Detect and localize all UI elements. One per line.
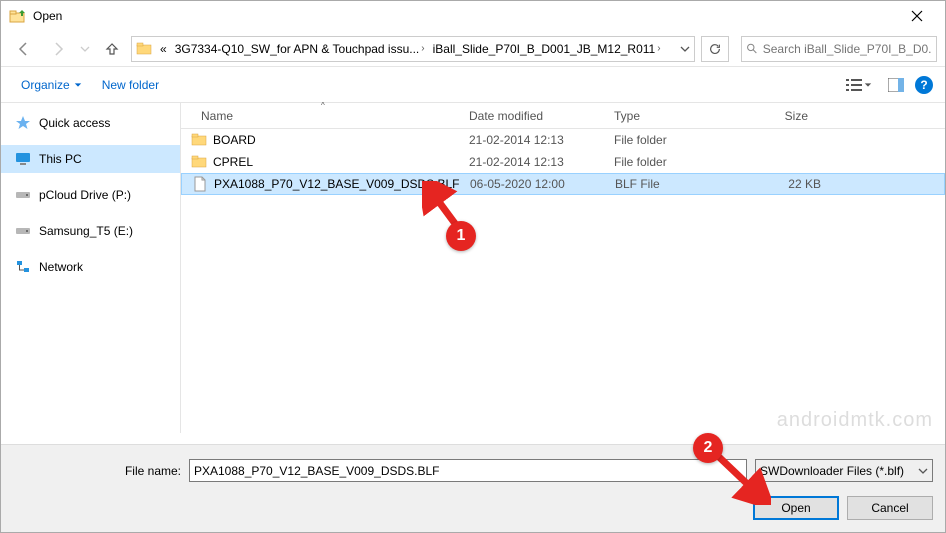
file-date: 21-02-2014 12:13 (469, 133, 614, 147)
organize-button[interactable]: Organize (13, 74, 90, 96)
file-date: 06-05-2020 12:00 (470, 177, 615, 191)
star-icon (15, 115, 31, 131)
folder-icon (136, 41, 152, 57)
file-row[interactable]: CPREL21-02-2014 12:13File folder (181, 151, 945, 173)
view-options-button[interactable] (841, 75, 877, 95)
sidebar-item-label: Network (39, 260, 83, 274)
preview-pane-button[interactable] (885, 74, 907, 96)
file-name: BOARD (213, 133, 469, 147)
main-area: Quick access This PC pCloud Drive (P:) S… (1, 103, 945, 433)
search-icon (746, 42, 759, 56)
sidebar-item-label: Quick access (39, 116, 110, 130)
file-type: File folder (614, 133, 734, 147)
drive-icon (15, 187, 31, 203)
chevron-right-icon: › (657, 43, 660, 54)
back-button[interactable] (9, 35, 39, 63)
filename-input[interactable] (189, 459, 747, 482)
folder-icon (191, 132, 207, 148)
sidebar-item-this-pc[interactable]: This PC (1, 145, 180, 173)
recent-locations-dropdown[interactable] (77, 35, 93, 63)
file-row[interactable]: BOARD21-02-2014 12:13File folder (181, 129, 945, 151)
chevron-down-icon (864, 81, 872, 89)
bottom-panel: File name: SWDownloader Files (*.blf) Op… (1, 444, 945, 532)
column-headers: ^Name Date modified Type Size (181, 103, 945, 129)
up-button[interactable] (97, 35, 127, 63)
chevron-down-icon (918, 466, 928, 476)
file-size: 22 KB (735, 177, 821, 191)
annotation-callout-2: 2 (693, 433, 723, 463)
app-icon (9, 8, 25, 24)
breadcrumb-seg-0[interactable]: 3G7334-Q10_SW_for APN & Touchpad issu...… (171, 37, 429, 61)
forward-button[interactable] (43, 35, 73, 63)
sidebar-item-quick-access[interactable]: Quick access (1, 109, 180, 137)
file-date: 21-02-2014 12:13 (469, 155, 614, 169)
breadcrumb-seg-1[interactable]: iBall_Slide_P70I_B_D001_JB_M12_R011› (429, 37, 665, 61)
file-type: File folder (614, 155, 734, 169)
cancel-button[interactable]: Cancel (847, 496, 933, 520)
search-input[interactable] (763, 42, 932, 56)
file-list: ^Name Date modified Type Size BOARD21-02… (181, 103, 945, 433)
file-row[interactable]: PXA1088_P70_V12_BASE_V009_DSDS.BLF06-05-… (181, 173, 945, 195)
sidebar-item-pcloud[interactable]: pCloud Drive (P:) (1, 181, 180, 209)
new-folder-button[interactable]: New folder (94, 74, 167, 96)
titlebar: Open (1, 1, 945, 31)
file-name: CPREL (213, 155, 469, 169)
sidebar-item-network[interactable]: Network (1, 253, 180, 281)
chevron-down-icon (74, 81, 82, 89)
help-button[interactable]: ? (915, 76, 933, 94)
sidebar-item-label: pCloud Drive (P:) (39, 188, 131, 202)
breadcrumb-prefix[interactable]: « (156, 37, 171, 61)
breadcrumb-dropdown[interactable] (676, 37, 694, 61)
file-type: BLF File (615, 177, 735, 191)
toolbar: Organize New folder ? (1, 67, 945, 103)
col-header-name[interactable]: ^Name (181, 103, 461, 128)
folder-icon (191, 154, 207, 170)
refresh-button[interactable] (701, 36, 729, 62)
file-type-filter[interactable]: SWDownloader Files (*.blf) (755, 459, 933, 482)
file-icon (192, 176, 208, 192)
chevron-right-icon: › (421, 43, 424, 54)
watermark: androidmtk.com (777, 409, 933, 432)
nav-bar: « 3G7334-Q10_SW_for APN & Touchpad issu.… (1, 31, 945, 67)
col-header-type[interactable]: Type (606, 103, 726, 128)
sidebar-item-label: This PC (39, 152, 82, 166)
sort-indicator-icon: ^ (321, 101, 325, 110)
annotation-arrow-2 (713, 451, 771, 505)
sidebar-item-samsung[interactable]: Samsung_T5 (E:) (1, 217, 180, 245)
col-header-size[interactable]: Size (726, 103, 816, 128)
col-header-date[interactable]: Date modified (461, 103, 606, 128)
annotation-callout-1: 1 (446, 221, 476, 251)
close-button[interactable] (897, 1, 937, 31)
network-icon (15, 259, 31, 275)
monitor-icon (15, 151, 31, 167)
nav-sidebar: Quick access This PC pCloud Drive (P:) S… (1, 103, 181, 433)
window-title: Open (33, 9, 897, 23)
filename-label: File name: (13, 464, 181, 478)
search-input-container[interactable] (741, 36, 937, 62)
breadcrumb[interactable]: « 3G7334-Q10_SW_for APN & Touchpad issu.… (131, 36, 695, 62)
sidebar-item-label: Samsung_T5 (E:) (39, 224, 133, 238)
filter-label: SWDownloader Files (*.blf) (760, 464, 904, 478)
drive-icon (15, 223, 31, 239)
